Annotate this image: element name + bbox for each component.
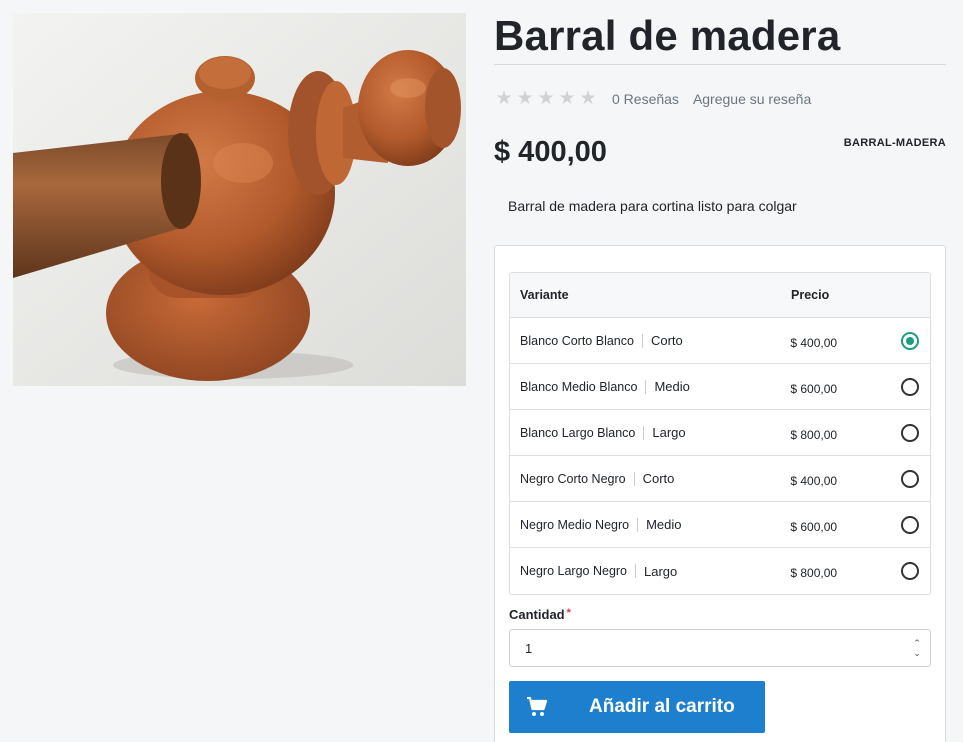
- product-image[interactable]: [13, 13, 466, 386]
- variant-size: Medio: [646, 517, 682, 532]
- variant-cell: Negro Largo Negro Largo: [510, 564, 790, 579]
- variant-cell: Blanco Corto Blanco Corto: [510, 333, 790, 348]
- variant-radio[interactable]: [901, 331, 920, 350]
- variant-radio[interactable]: [901, 469, 920, 488]
- cart-icon: [511, 697, 563, 717]
- chevron-up-icon[interactable]: ⌃: [913, 638, 921, 648]
- variant-row[interactable]: Blanco Medio Blanco Medio $ 600,00: [510, 364, 930, 410]
- variant-column-header: Variante: [520, 288, 569, 302]
- variant-price: $ 800,00: [790, 566, 838, 580]
- variant-name: Negro Medio Negro: [520, 517, 630, 532]
- variant-radio[interactable]: [901, 562, 920, 580]
- variant-separator: [645, 379, 647, 394]
- required-mark: *: [566, 607, 571, 619]
- stepper-arrows[interactable]: ⌃ ⌄: [904, 638, 930, 658]
- add-to-cart-label: Añadir al carrito: [589, 696, 735, 717]
- variant-separator: [633, 471, 635, 486]
- variant-radio[interactable]: [901, 515, 920, 534]
- quantity-stepper[interactable]: 1 ⌃ ⌄: [509, 629, 931, 667]
- variant-name: Blanco Corto Blanco: [520, 333, 634, 348]
- variant-size: Corto: [650, 333, 683, 348]
- variant-name: Blanco Largo Blanco: [520, 425, 636, 440]
- variant-size: Medio: [654, 379, 690, 394]
- quantity-label: Cantidad *: [509, 607, 571, 622]
- star-icon: ★: [516, 88, 534, 109]
- add-review-link[interactable]: Agregue su reseña: [693, 91, 811, 107]
- variant-name: Negro Largo Negro: [520, 564, 628, 578]
- variant-table-header: Variante Precio: [510, 273, 930, 318]
- variant-radio[interactable]: [901, 377, 920, 396]
- variant-price: $ 400,00: [790, 335, 838, 350]
- variant-row[interactable]: Blanco Largo Blanco Largo $ 800,00: [510, 410, 930, 456]
- rating-stars[interactable]: ★ ★ ★ ★ ★: [494, 89, 598, 109]
- reviews-count-link[interactable]: 0 Reseñas: [612, 91, 679, 107]
- product-sku: BARRAL-MADERA: [843, 137, 946, 149]
- product-title: Barral de madera: [494, 12, 841, 59]
- variant-separator: [635, 564, 637, 578]
- chevron-down-icon[interactable]: ⌄: [913, 648, 921, 658]
- variant-size: Largo: [644, 563, 678, 579]
- purchase-card: Variante Precio Blanco Corto Blanco Corto…: [494, 245, 946, 742]
- variant-radio[interactable]: [901, 423, 920, 442]
- variant-radio-cell: [890, 377, 930, 396]
- variant-row[interactable]: Negro Medio Negro Medio $ 600,00: [510, 502, 930, 548]
- variant-price: $ 600,00: [790, 519, 838, 534]
- variant-row[interactable]: Negro Corto Negro Corto $ 400,00: [510, 456, 930, 502]
- variant-name: Negro Corto Negro: [520, 471, 626, 486]
- variant-radio-cell: [890, 562, 930, 580]
- add-to-cart-button[interactable]: Añadir al carrito: [509, 681, 765, 733]
- variant-radio-cell: [890, 469, 930, 488]
- variant-name: Blanco Medio Blanco: [520, 379, 638, 394]
- title-divider: [494, 64, 946, 65]
- variant-row[interactable]: Blanco Corto Blanco Corto $ 400,00: [510, 318, 930, 364]
- variant-row[interactable]: Negro Largo Negro Largo $ 800,00: [510, 548, 930, 594]
- variant-separator: [637, 517, 639, 532]
- variant-cell: Blanco Medio Blanco Medio: [510, 379, 790, 394]
- product-page: Barral de madera ★ ★ ★ ★ ★ 0 Reseñas Agr…: [0, 0, 963, 742]
- variant-separator: [643, 425, 645, 440]
- product-price: $ 400,00: [494, 136, 607, 168]
- quantity-label-text: Cantidad: [509, 607, 565, 622]
- variant-radio-cell: [890, 515, 930, 534]
- variant-table: Variante Precio Blanco Corto Blanco Corto…: [509, 272, 931, 595]
- variant-price: $ 600,00: [790, 381, 838, 396]
- variant-size: Largo: [652, 425, 686, 440]
- variant-price: $ 400,00: [790, 473, 838, 488]
- star-icon: ★: [558, 88, 576, 109]
- variant-cell: Negro Medio Negro Medio: [510, 517, 790, 532]
- variant-price: $ 800,00: [790, 427, 838, 442]
- variant-cell: Negro Corto Negro Corto: [510, 471, 790, 486]
- variant-radio-cell: [890, 331, 930, 350]
- star-icon: ★: [495, 88, 513, 109]
- star-icon: ★: [537, 88, 555, 109]
- variant-cell: Blanco Largo Blanco Largo: [510, 425, 790, 440]
- variant-separator: [641, 333, 643, 348]
- quantity-value[interactable]: 1: [510, 641, 904, 656]
- star-icon: ★: [579, 88, 597, 109]
- price-column-header: Precio: [791, 288, 830, 302]
- variant-radio-cell: [890, 423, 930, 442]
- product-description: Barral de madera para cortina listo para…: [508, 198, 797, 214]
- rating-row: ★ ★ ★ ★ ★ 0 Reseñas Agregue su reseña: [494, 88, 811, 110]
- variant-size: Corto: [642, 471, 675, 486]
